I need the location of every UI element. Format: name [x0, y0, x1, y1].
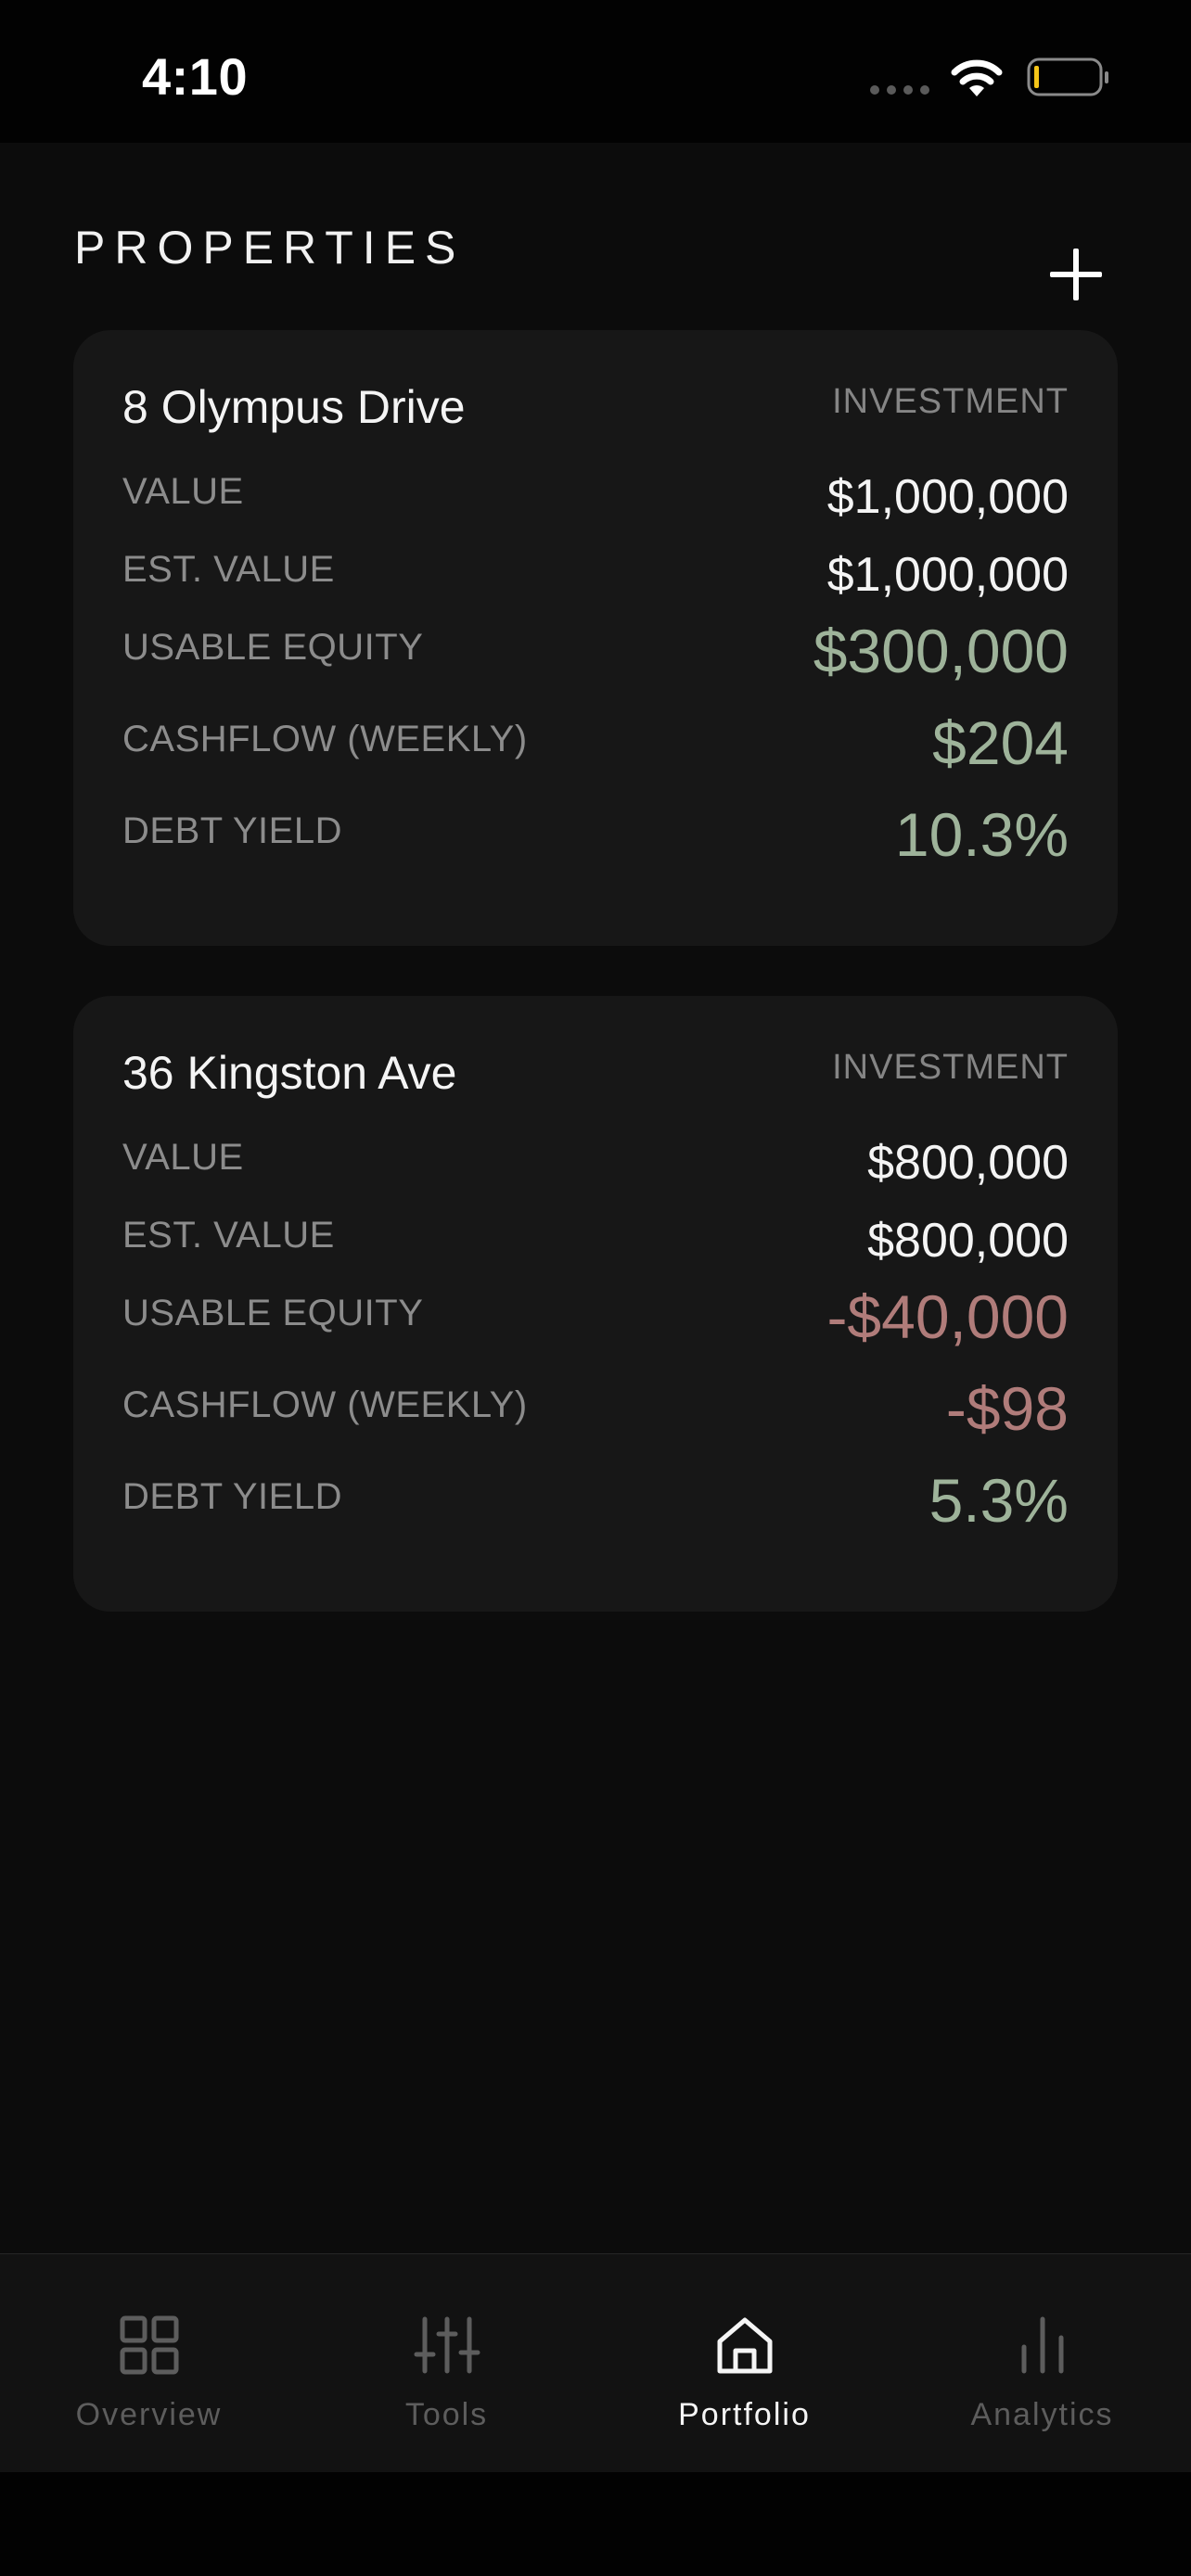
add-property-button[interactable]	[1046, 245, 1106, 304]
tab-portfolio[interactable]: Portfolio	[596, 2254, 893, 2473]
est-value-label: EST. VALUE	[122, 1215, 335, 1256]
usable-equity-row: USABLE EQUITY -$40,000	[122, 1282, 1069, 1376]
value-label: VALUE	[122, 1137, 244, 1178]
value-label: VALUE	[122, 471, 244, 512]
cashflow-row: CASHFLOW (WEEKLY) $204	[122, 708, 1069, 802]
battery-icon	[1027, 57, 1108, 96]
wifi-icon	[951, 59, 1003, 96]
cashflow-amount: $204	[932, 708, 1069, 777]
tab-label: Portfolio	[678, 2397, 811, 2432]
home-icon	[717, 2317, 772, 2374]
cashflow-label: CASHFLOW (WEEKLY)	[122, 1384, 528, 1425]
property-card[interactable]: 36 Kingston Ave INVESTMENT VALUE $800,00…	[73, 996, 1118, 1612]
property-name: 36 Kingston Ave	[122, 1047, 457, 1099]
debt-yield-amount: 10.3%	[894, 800, 1069, 869]
property-type: INVESTMENT	[832, 382, 1069, 421]
usable-equity-label: USABLE EQUITY	[122, 627, 424, 668]
tab-analytics[interactable]: Analytics	[893, 2254, 1191, 2473]
main-content: PROPERTIES 8 Olympus Drive INVESTMENT VA…	[0, 143, 1191, 2253]
grid-icon	[120, 2315, 178, 2375]
tab-tools[interactable]: Tools	[298, 2254, 596, 2473]
property-type: INVESTMENT	[832, 1048, 1069, 1087]
debt-yield-label: DEBT YIELD	[122, 1476, 342, 1517]
tab-label: Tools	[404, 2397, 489, 2432]
value-amount: $800,000	[867, 1136, 1069, 1190]
tab-overview[interactable]: Overview	[0, 2254, 298, 2473]
usable-equity-label: USABLE EQUITY	[122, 1293, 424, 1333]
value-amount: $1,000,000	[826, 470, 1069, 524]
sliders-icon	[414, 2316, 480, 2374]
debt-yield-amount: 5.3%	[928, 1466, 1069, 1535]
debt-yield-row: DEBT YIELD 10.3%	[122, 800, 1069, 894]
value-row: VALUE $800,000	[122, 1136, 1069, 1220]
status-time: 4:10	[142, 47, 249, 106]
cashflow-row: CASHFLOW (WEEKLY) -$98	[122, 1374, 1069, 1468]
usable-equity-row: USABLE EQUITY $300,000	[122, 617, 1069, 710]
debt-yield-label: DEBT YIELD	[122, 810, 342, 851]
cashflow-amount: -$98	[945, 1374, 1069, 1443]
property-card[interactable]: 8 Olympus Drive INVESTMENT VALUE $1,000,…	[73, 330, 1118, 946]
cashflow-label: CASHFLOW (WEEKLY)	[122, 719, 528, 759]
tab-bar: Overview Tools Portfolio Analytics	[0, 2253, 1191, 2473]
status-bar: 4:10	[0, 0, 1191, 143]
debt-yield-row: DEBT YIELD 5.3%	[122, 1466, 1069, 1560]
value-row: VALUE $1,000,000	[122, 470, 1069, 555]
usable-equity-amount: $300,000	[813, 617, 1069, 685]
bar-chart-icon	[1021, 2316, 1063, 2374]
est-value-label: EST. VALUE	[122, 549, 335, 590]
usable-equity-amount: -$40,000	[826, 1282, 1069, 1351]
est-value-amount: $800,000	[867, 1214, 1069, 1268]
page-title: PROPERTIES	[74, 222, 466, 274]
home-indicator-area	[0, 2472, 1191, 2576]
tab-label: Analytics	[970, 2397, 1114, 2432]
cellular-signal-icon	[870, 85, 929, 95]
est-value-amount: $1,000,000	[826, 548, 1069, 602]
tab-label: Overview	[75, 2397, 223, 2432]
property-name: 8 Olympus Drive	[122, 381, 466, 433]
